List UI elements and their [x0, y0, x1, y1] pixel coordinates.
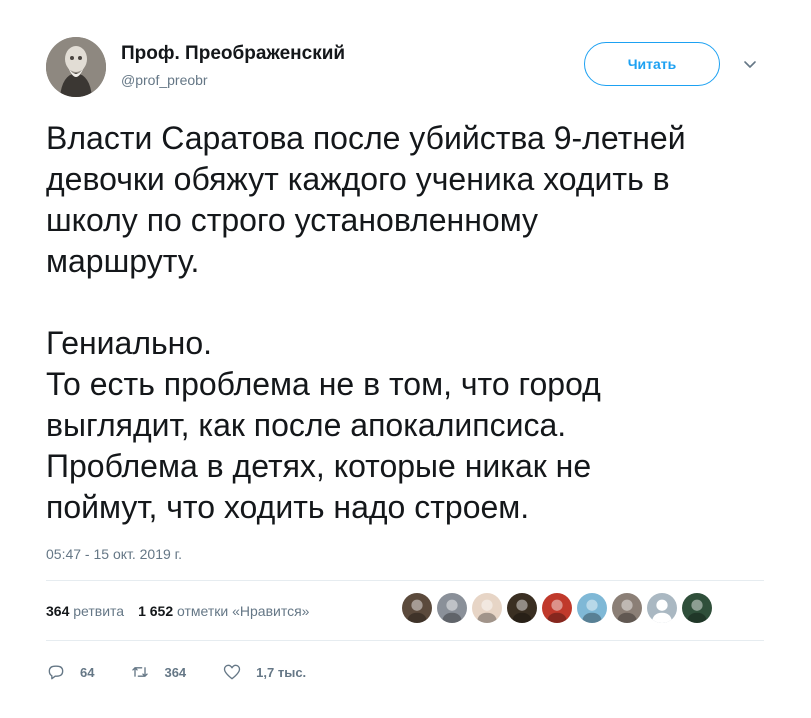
likes-label: отметки «Нравится»: [177, 603, 310, 619]
liker-avatars: [401, 592, 713, 624]
avatar-icon: [577, 593, 607, 623]
liker-avatar[interactable]: [576, 592, 608, 624]
follow-button[interactable]: Читать: [584, 42, 720, 86]
divider-bottom: [46, 640, 764, 641]
liker-avatar[interactable]: [401, 592, 433, 624]
like-button[interactable]: 1,7 тыс.: [222, 662, 306, 682]
liker-avatar[interactable]: [646, 592, 678, 624]
avatar-icon: [507, 593, 537, 623]
retweet-button[interactable]: 364: [130, 662, 186, 682]
tweet-text: Власти Саратова после убийства 9-летней …: [46, 120, 686, 525]
retweets-count: 364: [46, 603, 70, 619]
liker-avatar[interactable]: [436, 592, 468, 624]
avatar-icon: [682, 593, 712, 623]
likes-count: 1 652: [138, 603, 174, 619]
engagement-stats: 364 ретвита 1 652 отметки «Нравится»: [46, 603, 309, 619]
retweet-count: 364: [164, 664, 187, 680]
author-name[interactable]: Проф. Преображенский: [121, 43, 345, 65]
liker-avatar[interactable]: [611, 592, 643, 624]
avatar-icon: [402, 593, 432, 623]
author-photo-icon: [46, 37, 106, 97]
likes-stat[interactable]: 1 652 отметки «Нравится»: [138, 603, 309, 619]
reply-button[interactable]: 64: [46, 662, 94, 682]
author-handle[interactable]: @prof_preobr: [121, 72, 208, 88]
divider-top: [46, 580, 764, 581]
avatar-icon: [542, 593, 572, 623]
avatar-icon: [437, 593, 467, 623]
avatar-icon: [612, 593, 642, 623]
default-avatar-icon: [647, 593, 677, 623]
author-avatar[interactable]: [46, 37, 106, 97]
avatar-icon: [472, 593, 502, 623]
retweets-label: ретвита: [73, 603, 125, 619]
tweet-actions: 64 364 1,7 тыс.: [46, 662, 342, 682]
tweet-timestamp[interactable]: 05:47 - 15 окт. 2019 г.: [46, 546, 182, 562]
liker-avatar[interactable]: [506, 592, 538, 624]
retweets-stat[interactable]: 364 ретвита: [46, 603, 124, 619]
reply-count: 64: [80, 664, 95, 680]
like-count: 1,7 тыс.: [256, 664, 307, 680]
liker-avatar[interactable]: [471, 592, 503, 624]
heart-icon: [224, 664, 241, 680]
reply-icon: [48, 665, 64, 680]
chevron-down-icon[interactable]: [741, 55, 759, 73]
liker-avatar[interactable]: [681, 592, 713, 624]
retweet-icon: [132, 667, 149, 677]
liker-avatar[interactable]: [541, 592, 573, 624]
